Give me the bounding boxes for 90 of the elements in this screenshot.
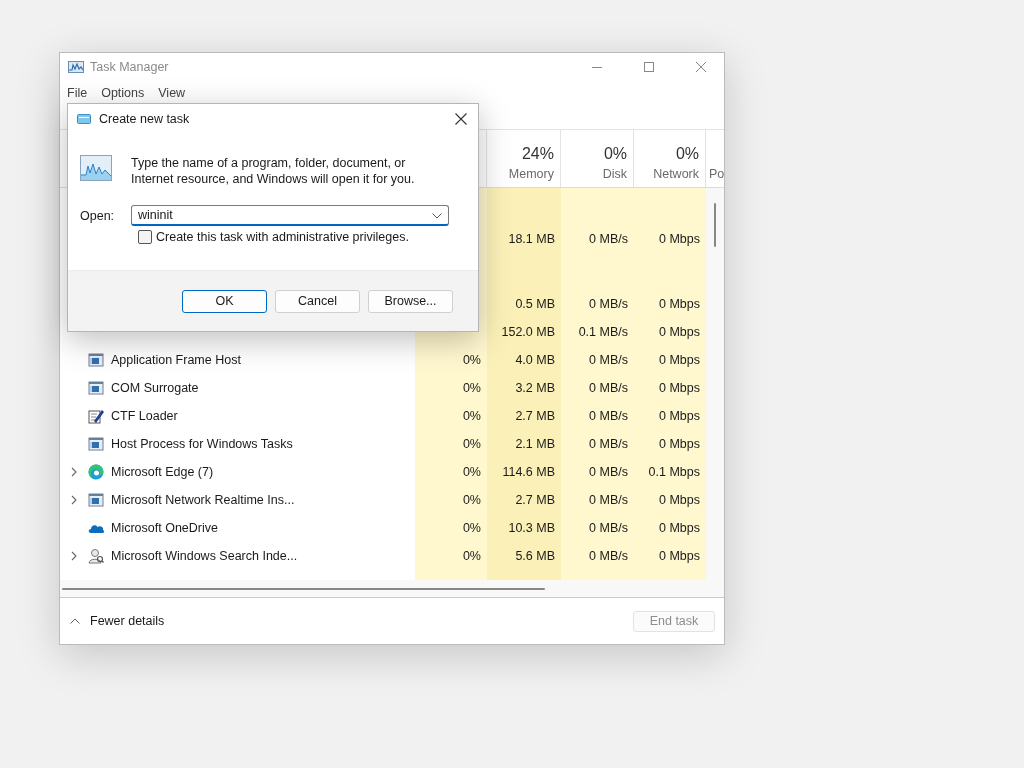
process-name: Host Process for Windows Tasks: [111, 437, 293, 451]
process-name: Microsoft Network Realtime Ins...: [111, 493, 295, 507]
table-cell: 2.7 MB: [515, 493, 555, 507]
field-label: Open:: [80, 208, 116, 223]
scrollbar-thumb[interactable]: [714, 203, 716, 247]
table-cell: 0%: [462, 437, 481, 451]
table-cell: 0 MB/s: [589, 297, 628, 311]
table-cell: 0 Mbps: [659, 232, 700, 246]
table-cell: 0 MB/s: [589, 549, 628, 563]
column-percent: 24%: [521, 145, 554, 163]
person-icon: [88, 548, 104, 564]
table-cell: 0%: [462, 409, 481, 423]
table-cell: 0.5 MB: [515, 297, 555, 311]
table-cell: 0.1 MB/s: [578, 325, 628, 339]
table-cell: 0%: [462, 381, 481, 395]
open-field[interactable]: wininit: [131, 205, 449, 226]
table-cell: 10.3 MB: [508, 521, 555, 535]
table-cell: 0 Mbps: [659, 437, 700, 451]
table-cell: 5.6 MB: [515, 549, 555, 563]
dialog-button[interactable]: Cancel: [275, 289, 360, 313]
dialog-button[interactable]: Browse...: [368, 289, 453, 313]
column-header[interactable]: Network: [653, 167, 699, 181]
fewer-details-button[interactable]: Fewer details: [70, 614, 165, 628]
menu-item[interactable]: View: [158, 85, 186, 100]
table-cell: 0 Mbps: [659, 381, 700, 395]
app-window-icon: [88, 380, 104, 396]
pen-icon: [88, 408, 104, 424]
window-title: Task Manager: [90, 60, 169, 74]
table-cell: 0 MB/s: [589, 232, 628, 246]
column-header[interactable]: Memory: [508, 167, 554, 181]
table-cell: 2.7 MB: [515, 409, 555, 423]
table-cell: 0 Mbps: [659, 325, 700, 339]
table-cell: 0 Mbps: [659, 353, 700, 367]
instruction-text: Type the name of a program, folder, document, or Internet resource, and Windows will open it for you.: [131, 155, 416, 187]
menu-item[interactable]: Options: [101, 85, 145, 100]
maximize-icon: [644, 62, 654, 72]
chevron-icon[interactable]: [71, 495, 77, 505]
chart-icon: [80, 155, 112, 181]
column-header[interactable]: Disk: [602, 167, 627, 181]
dialog-title: Create new task: [99, 111, 190, 126]
process-name: Microsoft Edge (7): [111, 465, 214, 479]
table-cell: 0 Mbps: [659, 409, 700, 423]
caret-icon: [70, 618, 80, 624]
table-cell: 0.1 Mbps: [648, 465, 700, 479]
process-name: Microsoft OneDrive: [111, 521, 218, 535]
dialog-button[interactable]: OK: [182, 289, 267, 313]
table-cell: 0%: [462, 465, 481, 479]
app-window-icon: [88, 436, 104, 452]
close-icon: [455, 112, 467, 125]
dropdown-caret-icon[interactable]: [432, 213, 442, 219]
column-percent: 0%: [603, 145, 627, 163]
table-cell: 0%: [462, 493, 481, 507]
table-cell: 0%: [462, 353, 481, 367]
chevron-icon[interactable]: [71, 467, 77, 477]
chevron-icon[interactable]: [71, 551, 77, 561]
table-cell: 18.1 MB: [508, 232, 555, 246]
process-name: COM Surrogate: [111, 381, 199, 395]
table-cell: 0 MB/s: [589, 409, 628, 423]
process-name: Microsoft Windows Search Inde...: [111, 549, 298, 563]
table-cell: 0 MB/s: [589, 381, 628, 395]
table-cell: 0 MB/s: [589, 465, 628, 479]
window-icon: [77, 113, 91, 124]
table-cell: 3.2 MB: [515, 381, 555, 395]
table-cell: 0%: [462, 549, 481, 563]
table-cell: 0 MB/s: [589, 493, 628, 507]
table-cell: 2.1 MB: [515, 437, 555, 451]
table-cell: 0 Mbps: [659, 549, 700, 563]
table-cell: 114.6 MB: [502, 465, 555, 479]
checkbox[interactable]: [138, 230, 152, 244]
app-window-icon: [88, 352, 104, 368]
scrollbar-thumb[interactable]: [62, 587, 545, 590]
column-percent: 0%: [675, 145, 699, 163]
table-cell: 4.0 MB: [515, 353, 555, 367]
process-name: CTF Loader: [111, 409, 178, 423]
table-cell: 0 MB/s: [589, 437, 628, 451]
app-window-icon: [88, 492, 104, 508]
table-cell: 0%: [462, 521, 481, 535]
table-cell: 0 Mbps: [659, 521, 700, 535]
chart-icon: [68, 61, 84, 73]
checkbox-label: Create this task with administrative privileges.: [156, 230, 409, 244]
process-name: Application Frame Host: [111, 353, 241, 367]
edge-icon: [88, 464, 104, 480]
column-header[interactable]: Po: [709, 167, 725, 181]
close-icon: [696, 62, 706, 72]
table-cell: 0 Mbps: [659, 493, 700, 507]
table-cell: 152.0 MB: [501, 325, 555, 339]
menu-item[interactable]: File: [67, 85, 88, 100]
table-cell: 0 MB/s: [589, 521, 628, 535]
table-cell: 0 MB/s: [589, 353, 628, 367]
table-cell: 0 Mbps: [659, 297, 700, 311]
